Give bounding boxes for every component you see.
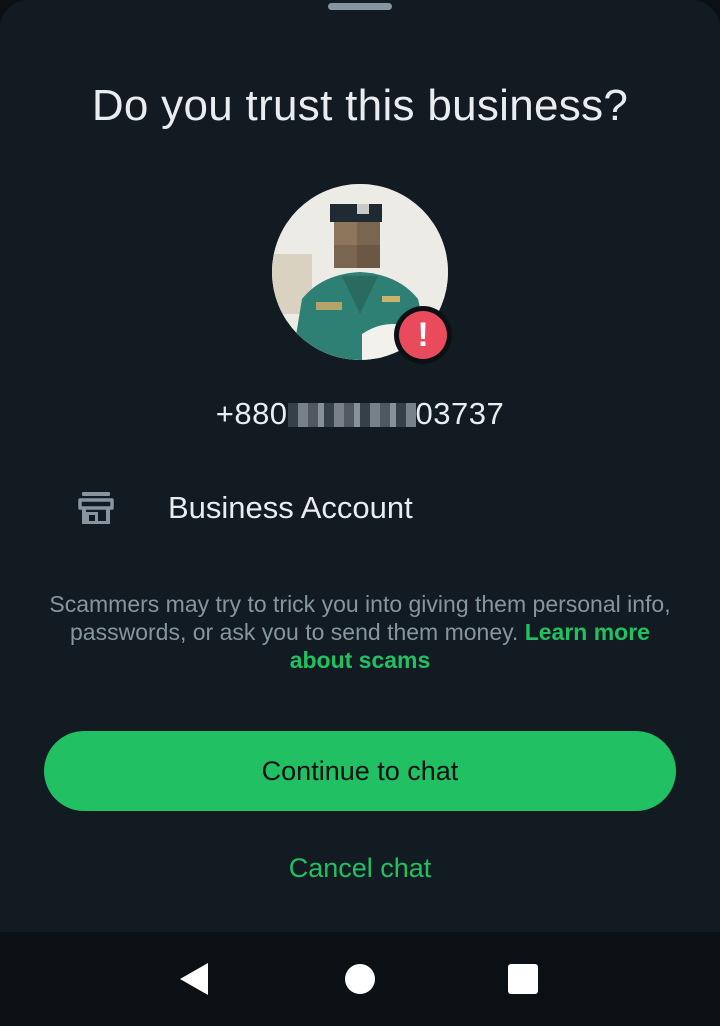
- business-account-row: Business Account: [0, 480, 720, 536]
- trust-business-sheet: Do you trust this business? ! +880 03737…: [0, 0, 720, 932]
- phone-number-suffix: 03737: [415, 396, 505, 431]
- phone-number-redaction: [287, 403, 416, 427]
- drag-handle[interactable]: [328, 3, 392, 10]
- home-icon[interactable]: [340, 959, 380, 999]
- phone-number: +880 03737: [0, 394, 720, 434]
- continue-to-chat-button[interactable]: Continue to chat: [44, 731, 676, 811]
- cancel-chat-button[interactable]: Cancel chat: [210, 846, 510, 890]
- warning-icon: !: [399, 311, 447, 359]
- back-icon[interactable]: [174, 959, 214, 999]
- system-navigation-bar: [0, 932, 720, 1026]
- profile-avatar-container: !: [272, 184, 452, 364]
- warning-badge: !: [394, 306, 452, 364]
- sheet-title: Do you trust this business?: [91, 81, 629, 130]
- recents-icon[interactable]: [503, 959, 543, 999]
- business-account-label: Business Account: [168, 490, 413, 525]
- store-icon: [78, 492, 114, 524]
- phone-number-prefix: +880: [215, 396, 288, 431]
- scam-warning-text: Scammers may try to trick you into givin…: [40, 590, 680, 674]
